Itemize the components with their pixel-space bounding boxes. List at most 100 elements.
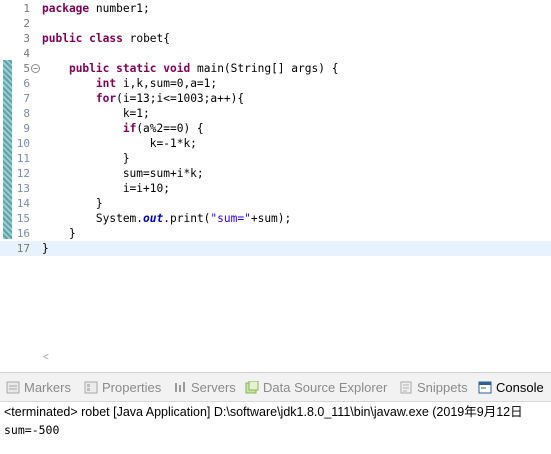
tab-markers[interactable]: Markers <box>6 378 71 398</box>
keyword-token: void <box>163 62 191 75</box>
line-number: 4 <box>23 47 30 60</box>
properties-icon <box>84 381 98 394</box>
code-text: i=i+10; <box>42 181 170 196</box>
code-token: .print( <box>163 212 211 225</box>
keyword-token: public <box>42 32 83 45</box>
code-line[interactable]: 1 package number1; <box>0 1 551 16</box>
code-token: } <box>42 242 49 255</box>
code-token: sum=sum+i*k; <box>42 167 204 180</box>
code-token: k=1; <box>42 107 150 120</box>
code-text: } <box>42 241 49 256</box>
keyword-token: static <box>116 62 157 75</box>
code-token: } <box>42 227 76 240</box>
code-line[interactable]: 11 } <box>0 151 551 166</box>
code-line[interactable]: 7 for(i=13;i<=1003;a++){ <box>0 91 551 106</box>
keyword-token: int <box>95 77 117 90</box>
code-text: sum=sum+i*k; <box>42 166 204 181</box>
tab-label: Servers <box>191 380 236 395</box>
code-text: k=1; <box>42 106 150 121</box>
console-status: <terminated> robet [Java Application] D:… <box>4 405 523 419</box>
line-number: 12 <box>16 167 30 180</box>
code-line[interactable]: 10 k=-1*k; <box>0 136 551 151</box>
code-line[interactable]: 6 int i,k,sum=0,a=1; <box>0 76 551 91</box>
tab-properties[interactable]: Properties <box>84 378 161 398</box>
keyword-token: public <box>68 62 110 75</box>
field-token: out <box>143 212 164 225</box>
line-number: 8 <box>23 107 30 120</box>
line-number: 10 <box>16 137 30 150</box>
code-line[interactable]: 5− public static void main(String[] args… <box>0 61 551 76</box>
code-text: } <box>42 151 130 166</box>
tab-data-source-explorer[interactable]: Data Source Explorer <box>245 378 387 398</box>
line-number: 14 <box>16 197 30 210</box>
code-token: +sum); <box>250 212 292 225</box>
horizontal-scrollbar[interactable]: < <box>40 350 551 366</box>
code-line[interactable]: 14 } <box>0 196 551 211</box>
tab-label: Properties <box>102 380 162 395</box>
string-token: "sum=" <box>210 212 251 225</box>
code-line[interactable]: 9 if(a%2==0) { <box>0 121 551 136</box>
data-source-icon <box>245 381 259 394</box>
code-token: System. <box>42 212 144 225</box>
tab-console[interactable]: Console <box>478 378 544 398</box>
code-token: k=-1*k; <box>42 137 197 150</box>
line-number: 2 <box>23 17 30 30</box>
code-token: (i=13;i<=1003;a++){ <box>116 92 245 105</box>
fold-collapse-icon[interactable]: − <box>31 64 40 73</box>
console-icon <box>478 381 492 394</box>
line-number: 17 <box>16 242 30 255</box>
code-text: } <box>42 196 103 211</box>
line-number: 9 <box>23 122 30 135</box>
snippets-icon <box>400 381 412 394</box>
keyword-token: if <box>122 122 137 135</box>
code-token: robet{ <box>122 32 171 45</box>
markers-icon <box>6 381 20 394</box>
code-token: } <box>42 152 130 165</box>
code-line[interactable]: 4 <box>0 46 551 61</box>
tab-snippets[interactable]: Snippets <box>399 378 468 398</box>
line-number: 16 <box>16 227 30 240</box>
views-tab-bar: Markers Properties Servers Data Source E… <box>0 373 551 402</box>
code-token: i,k,sum=0,a=1; <box>116 77 218 90</box>
line-number: 13 <box>16 182 30 195</box>
code-editor[interactable]: 1 package number1; 2 3 public class robet{4 5… <box>0 0 551 372</box>
code-line[interactable]: 17} <box>0 241 551 256</box>
tab-label: Snippets <box>417 380 468 395</box>
console-output: sum=-500 <box>4 423 60 437</box>
code-token: } <box>42 197 103 210</box>
scroll-left-arrow-icon[interactable]: < <box>43 350 49 366</box>
code-token: main(String[] args) { <box>190 62 339 75</box>
tab-label: Data Source Explorer <box>263 380 388 395</box>
tab-servers[interactable]: Servers <box>173 378 236 398</box>
line-number: 6 <box>23 77 30 90</box>
code-text: public class robet{ <box>42 31 170 46</box>
line-number: 7 <box>23 92 30 105</box>
code-text: k=-1*k; <box>42 136 197 151</box>
code-text: package number1; <box>42 1 150 16</box>
code-text: int i,k,sum=0,a=1; <box>42 76 217 91</box>
code-line[interactable]: 2 <box>0 16 551 31</box>
keyword-token: package <box>42 2 90 15</box>
line-number: 15 <box>16 212 30 225</box>
code-text: public static void main(String[] args) { <box>42 61 338 76</box>
line-number: 1 <box>23 2 30 15</box>
line-number: 11 <box>16 152 30 165</box>
tab-label: Console <box>496 380 544 395</box>
code-line[interactable]: 13 i=i+10; <box>0 181 551 196</box>
code-line[interactable]: 8 k=1; <box>0 106 551 121</box>
code-line[interactable]: 16 } <box>0 226 551 241</box>
line-number: 5 <box>23 62 30 75</box>
code-line[interactable]: 3 public class robet{ <box>0 31 551 46</box>
bottom-views-panel: Markers Properties Servers Data Source E… <box>0 372 551 454</box>
code-token: i=i+10; <box>42 182 170 195</box>
code-line[interactable]: 12 sum=sum+i*k; <box>0 166 551 181</box>
code-line[interactable]: 15 System.out.print("sum="+sum); <box>0 211 551 226</box>
code-text: System.out.print("sum="+sum); <box>42 211 291 226</box>
code-text: for(i=13;i<=1003;a++){ <box>42 91 244 106</box>
line-number: 3 <box>23 32 30 45</box>
tab-label: Markers <box>24 380 71 395</box>
